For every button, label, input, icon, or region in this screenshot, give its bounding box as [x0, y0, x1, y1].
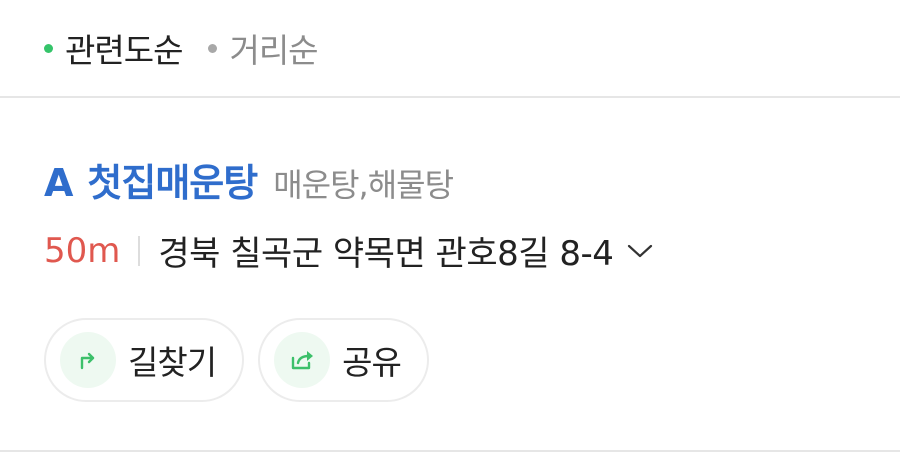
directions-icon — [60, 332, 116, 388]
share-button[interactable]: 공유 — [258, 318, 429, 402]
result-title-row: A 첫집매운탕 매운탕,해물탕 — [44, 152, 454, 207]
action-buttons: 길찾기 공유 — [44, 318, 443, 402]
chevron-down-icon[interactable] — [627, 243, 653, 259]
share-icon — [274, 332, 331, 388]
sort-bar: 관련도순 거리순 — [0, 0, 900, 98]
place-category: 매운탕,해물탕 — [273, 166, 454, 204]
directions-button[interactable]: 길찾기 — [44, 318, 245, 402]
sort-option-relevance[interactable]: 관련도순 — [44, 24, 183, 72]
directions-label: 길찾기 — [128, 343, 217, 382]
sort-option-distance[interactable]: 거리순 — [208, 24, 319, 72]
result-marker-label: A — [44, 161, 74, 205]
divider — [138, 235, 141, 266]
address-text: 경북 칠곡군 약목면 관호8길 8-4 — [158, 234, 614, 274]
distance-text: 50m — [44, 230, 121, 271]
sort-option-label: 관련도순 — [65, 31, 183, 70]
unselected-dot-icon — [208, 43, 218, 53]
address-row: 50m 경북 칠곡군 약목면 관호8길 8-4 — [44, 226, 653, 275]
place-name-link[interactable]: 첫집매운탕 — [87, 152, 258, 207]
search-result-item[interactable]: A 첫집매운탕 매운탕,해물탕 50m 경북 칠곡군 약목면 관호8길 8-4 … — [0, 100, 900, 452]
sort-option-label: 거리순 — [229, 31, 318, 70]
share-label: 공유 — [342, 343, 402, 382]
selected-dot-icon — [44, 43, 53, 53]
